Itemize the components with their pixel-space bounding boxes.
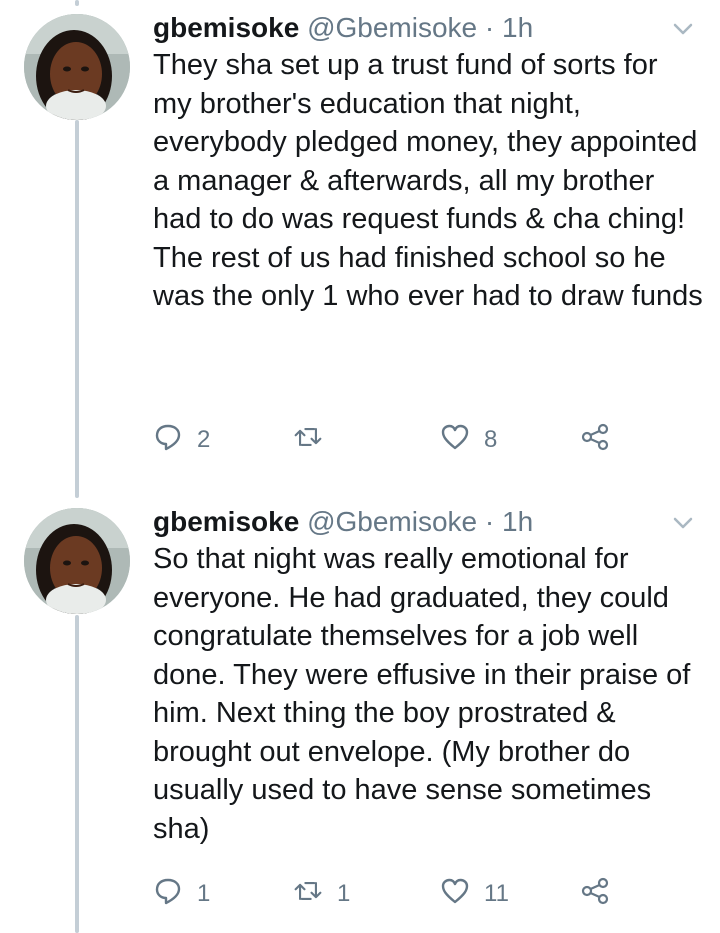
tweet-paragraph: The rest of us had finished school so he…	[153, 241, 703, 313]
share-button[interactable]	[580, 420, 610, 460]
tweet-actions: 1 1 11	[153, 874, 623, 914]
reply-count: 2	[197, 426, 211, 453]
display-name[interactable]: gbemisoke	[153, 12, 299, 43]
tweet-text: So that night was really emotional for e…	[153, 540, 703, 848]
display-name[interactable]: gbemisoke	[153, 506, 299, 537]
avatar[interactable]	[24, 508, 130, 614]
user-handle[interactable]: @Gbemisoke	[307, 506, 477, 537]
tweet-header: gbemisoke @Gbemisoke · 1h	[153, 500, 533, 544]
tweet-text: They sha set up a trust fund of sorts fo…	[153, 46, 703, 316]
heart-icon	[440, 876, 470, 913]
chevron-down-icon[interactable]	[668, 508, 698, 538]
retweet-icon	[293, 422, 323, 459]
share-button[interactable]	[580, 874, 610, 914]
user-handle[interactable]: @Gbemisoke	[307, 12, 477, 43]
like-button[interactable]: 8	[440, 420, 497, 460]
tweet-paragraph: They sha set up a trust fund of sorts fo…	[153, 49, 698, 235]
timestamp[interactable]: 1h	[502, 12, 533, 43]
heart-icon	[440, 422, 470, 459]
reply-count: 1	[197, 880, 211, 907]
separator: ·	[484, 506, 495, 537]
separator: ·	[484, 12, 495, 43]
retweet-button[interactable]: 1	[293, 874, 350, 914]
timestamp[interactable]: 1h	[502, 506, 533, 537]
retweet-icon	[293, 876, 323, 913]
avatar[interactable]	[24, 14, 130, 120]
reply-icon	[153, 422, 183, 459]
like-button[interactable]: 11	[440, 874, 509, 914]
like-count: 8	[484, 426, 498, 453]
tweet-header: gbemisoke @Gbemisoke · 1h	[153, 6, 533, 50]
retweet-count: 1	[337, 880, 351, 907]
retweet-button[interactable]	[293, 420, 337, 460]
reply-button[interactable]: 1	[153, 874, 210, 914]
chevron-down-icon[interactable]	[668, 14, 698, 44]
tweet-actions: 2 8	[153, 420, 623, 460]
reply-icon	[153, 876, 183, 913]
tweet[interactable]: gbemisoke @Gbemisoke · 1h They sha set u…	[0, 6, 720, 496]
like-count: 11	[484, 880, 509, 907]
tweet[interactable]: gbemisoke @Gbemisoke · 1h So that night …	[0, 500, 720, 933]
share-icon	[580, 876, 610, 913]
tweet-paragraph: So that night was really emotional for e…	[153, 543, 691, 845]
reply-button[interactable]: 2	[153, 420, 210, 460]
share-icon	[580, 422, 610, 459]
